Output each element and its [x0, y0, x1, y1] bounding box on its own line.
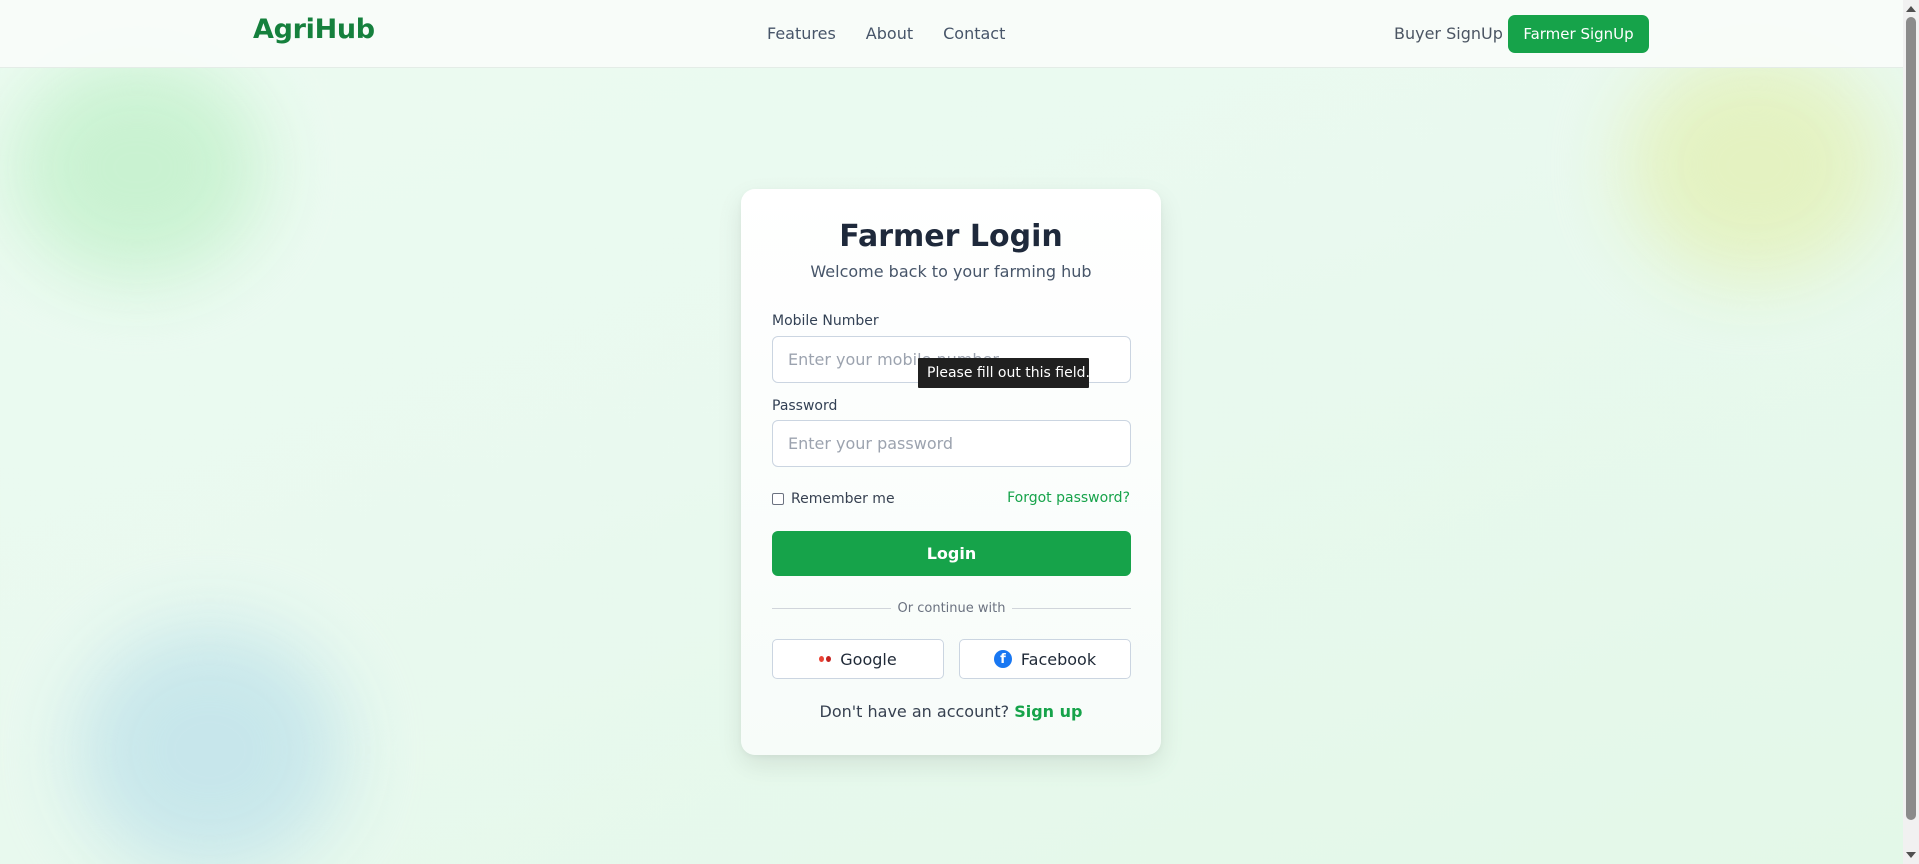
signup-prompt-row: Don't have an account? Sign up	[741, 702, 1161, 721]
buyer-signup-link[interactable]: Buyer SignUp	[1394, 24, 1503, 43]
forgot-password-link[interactable]: Forgot password?	[1007, 490, 1130, 506]
farmer-signup-button[interactable]: Farmer SignUp	[1508, 15, 1649, 53]
decorative-blob-yellow	[1625, 50, 1885, 280]
page-scrollbar[interactable]	[1903, 0, 1919, 864]
logo[interactable]: AgriHub	[253, 14, 375, 45]
page-title: Farmer Login	[839, 219, 1063, 254]
divider-text: Or continue with	[897, 600, 1006, 616]
password-label: Password	[772, 398, 838, 414]
validation-tooltip: Please fill out this field.	[918, 358, 1090, 388]
login-card: Farmer Login Welcome back to your farmin…	[741, 189, 1161, 755]
google-login-button[interactable]: Google	[772, 639, 944, 679]
mobile-number-label: Mobile Number	[772, 313, 879, 329]
scroll-up-arrow-icon[interactable]	[1906, 6, 1916, 12]
decorative-blob-blue	[75, 625, 345, 864]
remember-me-label[interactable]: Remember me	[791, 491, 895, 507]
checkbox-box[interactable]	[772, 493, 784, 505]
google-button-label: Google	[840, 649, 897, 669]
main-nav: Features About Contact	[767, 24, 1005, 43]
signup-link[interactable]: Sign up	[1014, 702, 1082, 721]
google-icon	[819, 656, 832, 662]
scrollbar-thumb[interactable]	[1906, 17, 1916, 820]
scroll-down-arrow-icon[interactable]	[1906, 852, 1916, 858]
divider-line-right	[1012, 607, 1132, 609]
nav-link-contact[interactable]: Contact	[943, 24, 1005, 43]
password-input[interactable]	[772, 420, 1131, 467]
decorative-blob-green	[10, 55, 265, 280]
login-button[interactable]: Login	[772, 531, 1131, 576]
divider-line-left	[772, 607, 891, 609]
remember-me-checkbox[interactable]: Remember me	[772, 491, 895, 507]
nav-link-features[interactable]: Features	[767, 24, 836, 43]
facebook-icon: f	[993, 650, 1012, 668]
top-navbar: AgriHub Features About Contact Buyer Sig…	[0, 0, 1903, 68]
divider: Or continue with	[772, 598, 1132, 618]
facebook-login-button[interactable]: f Facebook	[959, 639, 1131, 679]
facebook-button-label: Facebook	[1020, 649, 1097, 669]
signup-prompt: Don't have an account?	[819, 702, 1010, 721]
nav-link-about[interactable]: About	[866, 24, 913, 43]
page-subtitle: Welcome back to your farming hub	[810, 262, 1092, 281]
